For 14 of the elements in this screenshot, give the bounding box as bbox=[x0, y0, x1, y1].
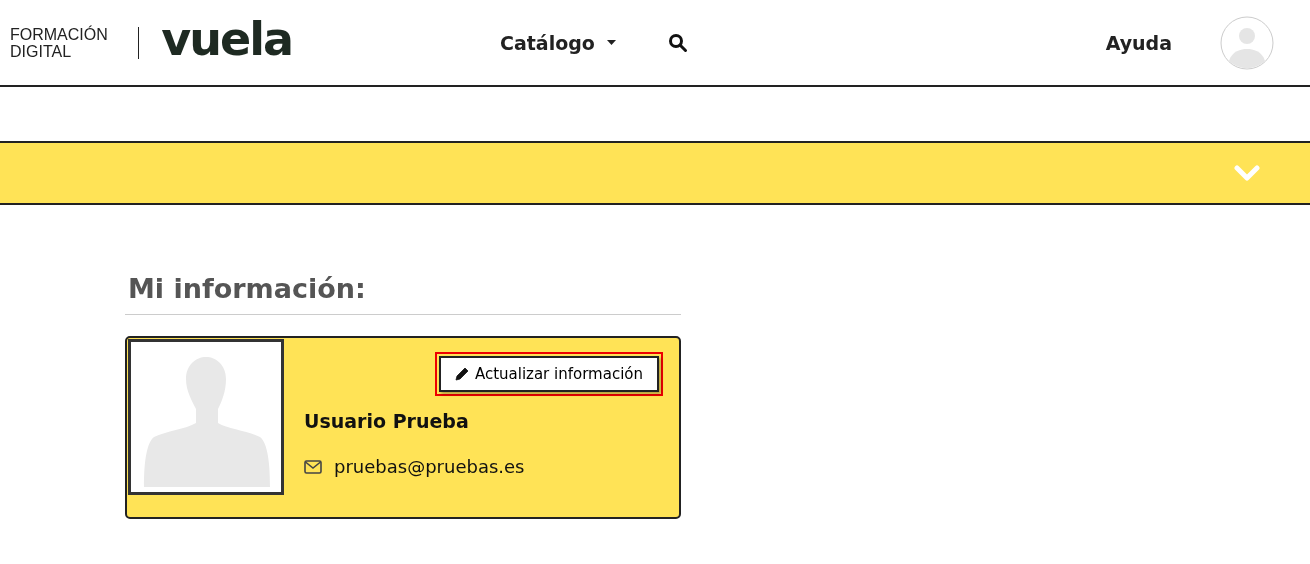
envelope-icon bbox=[304, 459, 322, 474]
update-info-button[interactable]: Actualizar información bbox=[438, 356, 659, 392]
pencil-icon bbox=[454, 367, 469, 381]
user-name: Usuario Prueba bbox=[304, 410, 470, 432]
search-icon[interactable] bbox=[667, 32, 688, 53]
profile-photo-icon bbox=[128, 339, 284, 495]
section-title: Mi información: bbox=[128, 275, 367, 302]
caret-icon bbox=[606, 40, 616, 45]
logo-tagline: FORMACIÓN DIGITAL bbox=[10, 25, 108, 60]
collapse-bar[interactable] bbox=[0, 141, 1310, 205]
user-email: pruebas@pruebas.es bbox=[334, 456, 525, 477]
help-link[interactable]: Ayuda bbox=[1105, 31, 1172, 54]
catalog-menu[interactable]: Catálogo bbox=[500, 31, 616, 54]
logo-wordmark[interactable]: vuela bbox=[161, 15, 293, 62]
